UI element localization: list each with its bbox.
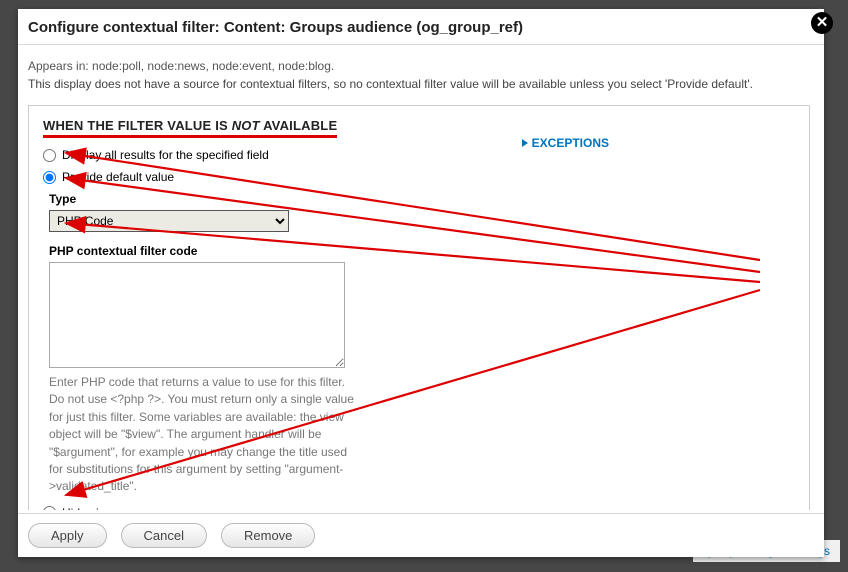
modal-body: Appears in: node:poll, node:news, node:e… xyxy=(18,45,824,510)
php-code-label: PHP contextual filter code xyxy=(49,244,795,258)
close-icon[interactable]: ✕ xyxy=(811,12,833,34)
radio-provide-default-label[interactable]: Provide default value xyxy=(62,170,174,184)
modal-title: Configure contextual filter: Content: Gr… xyxy=(18,9,824,45)
type-label: Type xyxy=(49,192,795,206)
option-display-all[interactable]: Display all results for the specified fi… xyxy=(43,148,795,162)
no-source-note: This display does not have a source for … xyxy=(28,77,810,91)
cancel-button[interactable]: Cancel xyxy=(121,523,207,548)
type-select[interactable]: PHP Code xyxy=(49,210,289,232)
radio-hide-view-label[interactable]: Hide view xyxy=(62,506,114,510)
php-help-text: Enter PHP code that returns a value to u… xyxy=(49,374,359,496)
remove-button[interactable]: Remove xyxy=(221,523,315,548)
default-value-block: Type PHP Code PHP contextual filter code… xyxy=(49,192,795,496)
filter-config-box: WHEN THE FILTER VALUE IS NOT AVAILABLE E… xyxy=(28,105,810,510)
modal-footer: Apply Cancel Remove xyxy=(18,513,824,557)
radio-display-all-label[interactable]: Display all results for the specified fi… xyxy=(62,148,269,162)
option-hide-view[interactable]: Hide view xyxy=(43,506,795,510)
modal-dialog: ✕ Configure contextual filter: Content: … xyxy=(18,9,824,557)
radio-display-all[interactable] xyxy=(43,149,56,162)
chevron-right-icon xyxy=(522,139,528,147)
php-code-textarea[interactable] xyxy=(49,262,345,368)
radio-provide-default[interactable] xyxy=(43,171,56,184)
section-heading: WHEN THE FILTER VALUE IS NOT AVAILABLE xyxy=(43,118,337,138)
exceptions-toggle[interactable]: EXCEPTIONS xyxy=(522,136,609,150)
apply-button[interactable]: Apply xyxy=(28,523,107,548)
appears-in-text: Appears in: node:poll, node:news, node:e… xyxy=(28,59,810,73)
radio-hide-view[interactable] xyxy=(43,506,56,510)
option-provide-default[interactable]: Provide default value xyxy=(43,170,795,184)
